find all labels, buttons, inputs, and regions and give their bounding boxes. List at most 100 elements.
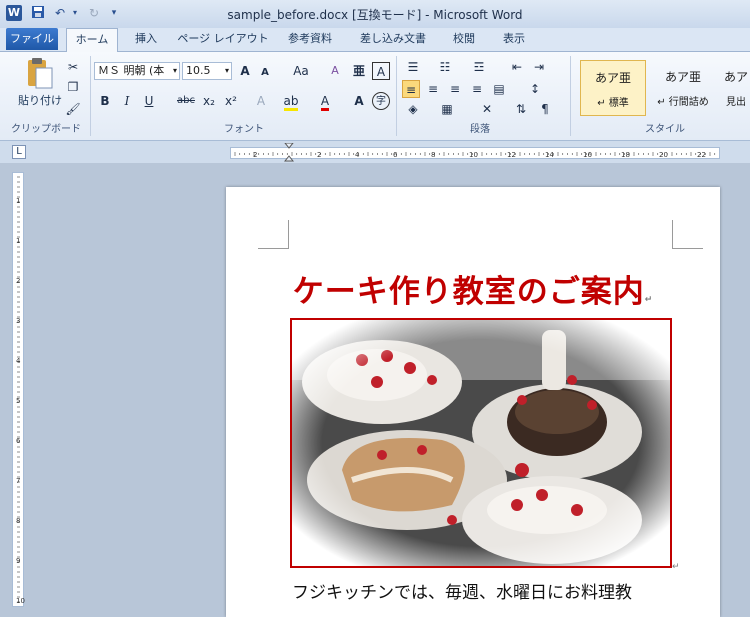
font-name-value: ＭＳ 明朝 (本 [98,64,165,77]
indent-marker-icon[interactable] [283,142,295,163]
ruler-tick-label: 12 [507,151,516,159]
chevron-down-icon[interactable]: ▾ [173,63,177,79]
grow-font-button[interactable]: A [236,62,254,80]
align-center-icon[interactable]: ≡ [424,80,442,98]
sort-icon[interactable]: ⇅ [512,100,530,118]
ruler-tick-label: 14 [545,151,554,159]
decrease-indent-icon[interactable]: ⇤ [508,58,526,76]
subscript-button[interactable]: x₂ [200,92,218,110]
change-case-button[interactable]: Aa [288,62,314,80]
numbering-icon[interactable]: ☷ [436,58,454,76]
format-painter-icon[interactable]: 🖌 [64,100,82,118]
ruler-tick-label: 5 [16,397,20,405]
style-normal[interactable]: あア亜 ↵ 標準 [580,60,646,116]
font-group-label: フォント [224,124,264,135]
paragraph-mark: ↵ [672,562,680,572]
font-size-combo[interactable]: 10.5 ▾ [182,62,232,80]
highlight-icon[interactable]: ab [282,92,300,111]
line-spacing-icon[interactable]: ↕ [526,80,544,98]
tab-references[interactable]: 参考資料 [280,28,340,50]
font-name-combo[interactable]: ＭＳ 明朝 (本 ▾ [94,62,180,80]
superscript-button[interactable]: x² [222,92,240,110]
document-title[interactable]: ケーキ作り教室のご案内↵ [226,266,720,311]
tab-insert[interactable]: 挿入 [128,28,164,50]
multilevel-list-icon[interactable]: ☲ [470,58,488,76]
ruler-tick-label: 6 [16,437,21,445]
crop-mark [672,220,703,249]
italic-button[interactable]: I [118,92,136,110]
ruler-tick-label: 10 [469,151,478,159]
tab-review[interactable]: 校閲 [446,28,482,50]
paste-button[interactable]: 貼り付け [12,92,68,108]
shading-icon[interactable]: ◈ [404,100,422,118]
group-separator [570,56,571,136]
tab-selector[interactable]: L [12,145,26,159]
tab-page-layout[interactable]: ページ レイアウト [176,28,270,50]
styles-group-label: スタイル [645,124,685,135]
ruler-tick-label: 10 [16,597,25,605]
ruler-tick-label: 1 [16,197,20,205]
clear-format-button[interactable]: A [326,62,344,80]
style-sample: あア [723,70,748,84]
copy-icon[interactable]: ❐ [64,78,82,96]
tab-view[interactable]: 表示 [496,28,532,50]
increase-indent-icon[interactable]: ⇥ [530,58,548,76]
style-name: ↵ 行間詰め [657,97,709,108]
paragraph-mark: ↵ [644,295,654,305]
cake-photo-image [292,320,670,566]
style-sample: あア亜 [664,70,701,84]
ruler-tick-label: 4 [355,151,360,159]
asian-layout-icon[interactable]: ✕ [478,100,496,118]
justify-icon[interactable]: ≡ [468,80,486,98]
cut-icon[interactable]: ✂ [64,58,82,76]
clipboard-group-label: クリップボード [11,124,81,135]
group-separator [90,56,91,136]
ruler-tick-label: 4 [16,357,21,365]
bullets-icon[interactable]: ☰ [404,58,422,76]
ruler-ticks: 1 1 2 3 4 5 6 7 8 9 10 [16,176,25,605]
enclose-char-button[interactable]: 字 [372,92,390,110]
cake-photo[interactable] [290,318,672,568]
ruler-tick-label: 9 [16,557,20,565]
char-shading-icon[interactable]: A [350,92,368,110]
crop-mark [258,220,289,249]
chevron-down-icon[interactable]: ▾ [225,63,229,79]
paragraph-group-label: 段落 [470,124,490,135]
group-separator [396,56,397,136]
strikethrough-button[interactable]: abc [174,92,198,110]
ruler-tick-label: 7 [16,477,20,485]
body-text-line[interactable]: フジキッチンでは、毎週、水曜日にお料理教 [292,578,632,603]
horizontal-ruler[interactable]: 2 2 4 6 8 10 12 14 16 18 20 22 [230,147,720,159]
tab-file[interactable]: ファイル [6,28,58,50]
window-title: sample_before.docx [互換モード] - Microsoft W… [227,8,523,22]
distributed-icon[interactable]: ▤ [490,80,508,98]
font-color-icon[interactable]: A [316,92,334,111]
underline-button[interactable]: U [140,92,158,110]
phonetic-guide-icon[interactable]: 亜 [350,62,368,80]
ruler-tick-label: 2 [16,277,20,285]
vertical-ruler[interactable]: 1 1 2 3 4 5 6 7 8 9 10 [12,172,25,607]
ruler-tick-label: 22 [697,151,706,159]
char-border-button[interactable]: A [372,62,390,80]
borders-icon[interactable]: ▦ [438,100,456,118]
tab-home[interactable]: ホーム [66,28,118,52]
font-size-value: 10.5 [186,64,211,77]
ruler-tick-label: 20 [659,151,668,159]
tab-mailings[interactable]: 差し込み文書 [352,28,434,50]
text-effects-icon[interactable]: A [252,92,270,110]
ruler-ticks: 2 2 4 6 8 10 12 14 16 18 20 22 [234,151,716,159]
style-no-spacing[interactable]: あア亜 ↵ 行間詰め [650,60,716,116]
show-marks-icon[interactable]: ¶ [536,100,554,118]
align-left-icon[interactable]: ≡ [402,80,420,98]
ruler-tick-label: 2 [253,151,257,159]
align-right-icon[interactable]: ≡ [446,80,464,98]
ruler-tick-label: 1 [16,237,20,245]
shrink-font-button[interactable]: A [256,64,274,82]
bold-button[interactable]: B [96,92,114,110]
style-name: 見出 [726,97,746,108]
ruler-tick-label: 8 [431,151,435,159]
ruler-tick-label: 6 [393,151,398,159]
paste-icon[interactable] [18,56,58,92]
style-heading[interactable]: あア 見出 [722,60,750,116]
ruler-tick-label: 2 [317,151,321,159]
